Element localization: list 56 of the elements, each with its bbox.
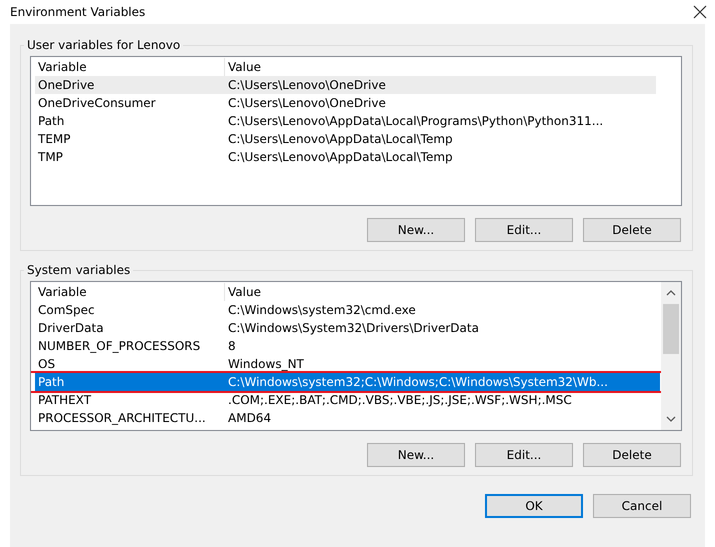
action-button[interactable]: Edit... (475, 443, 573, 467)
variable-name: OS (37, 357, 56, 371)
variable-row[interactable]: DriverData C:\Windows\System32\Drivers\DriverData (35, 319, 660, 337)
scrollbar[interactable] (661, 282, 681, 430)
variable-row[interactable]: NUMBER_OF_PROCESSORS 8 (35, 337, 660, 355)
variable-name: ComSpec (37, 303, 96, 317)
action-button[interactable]: Delete (583, 218, 681, 242)
scroll-up-icon[interactable] (666, 288, 676, 298)
action-button[interactable]: Delete (583, 443, 681, 467)
variable-value: AMD64 (227, 411, 272, 425)
variable-name: OneDrive (37, 78, 96, 92)
variable-value: Windows_NT (227, 357, 305, 371)
variable-row[interactable]: OneDrive C:\Users\Lenovo\OneDrive (35, 76, 656, 94)
column-header[interactable]: Value (225, 58, 656, 76)
variable-value: C:\Users\Lenovo\OneDrive (227, 78, 387, 92)
scrollbar-thumb[interactable] (663, 304, 679, 354)
variable-value: C:\Windows\system32\cmd.exe (227, 303, 417, 317)
variable-value: C:\Windows\System32\Drivers\DriverData (227, 321, 480, 335)
dialog-button[interactable]: Cancel (593, 494, 691, 518)
variable-value: C:\Users\Lenovo\AppData\Local\Temp (227, 150, 454, 164)
variable-value: C:\Users\Lenovo\OneDrive (227, 96, 387, 110)
group-title: User variables for Lenovo (26, 38, 182, 52)
variable-value: 8 (227, 339, 237, 353)
window-title: Environment Variables (10, 5, 146, 19)
variable-value: C:\Users\Lenovo\AppData\Local\Programs\Python\Python311... (227, 114, 604, 128)
scroll-down-icon[interactable] (666, 414, 676, 424)
variable-name: Path (37, 375, 66, 389)
group-title: System variables (26, 263, 132, 277)
action-button[interactable]: Edit... (475, 218, 573, 242)
variable-row[interactable]: PATHEXT .COM;.EXE;.BAT;.CMD;.VBS;.VBE;.JS;.JSE;.WSF;.WSH;.MSC (35, 391, 660, 409)
variable-row[interactable]: TMP C:\Users\Lenovo\AppData\Local\Temp (35, 148, 656, 166)
variable-row[interactable]: ComSpec C:\Windows\system32\cmd.exe (35, 301, 660, 319)
variable-row[interactable]: OS Windows_NT (35, 355, 660, 373)
variable-name: NUMBER_OF_PROCESSORS (37, 339, 202, 353)
variable-name: Path (37, 114, 66, 128)
variable-list[interactable] (30, 56, 682, 206)
close-icon[interactable] (693, 5, 707, 19)
column-header[interactable]: Variable (35, 283, 225, 301)
variable-row[interactable]: OneDriveConsumer C:\Users\Lenovo\OneDrive (35, 94, 656, 112)
variable-name: TMP (37, 150, 64, 164)
variable-row[interactable]: TEMP C:\Users\Lenovo\AppData\Local\Temp (35, 130, 656, 148)
variable-value: C:\Windows\system32;C:\Windows;C:\Windows\System32\Wb... (227, 375, 609, 389)
variable-row[interactable]: PROCESSOR_ARCHITECTU... AMD64 (35, 409, 660, 427)
variable-name: TEMP (37, 132, 72, 146)
variable-value: .COM;.EXE;.BAT;.CMD;.VBS;.VBE;.JS;.JSE;.WSF;.WSH;.MSC (227, 393, 573, 407)
dialog-button[interactable]: OK (485, 494, 583, 518)
variable-name: DriverData (37, 321, 105, 335)
column-header[interactable]: Value (225, 283, 660, 301)
action-button[interactable]: New... (367, 218, 465, 242)
action-button[interactable]: New... (367, 443, 465, 467)
variable-list[interactable] (30, 281, 682, 431)
variable-name: PATHEXT (37, 393, 92, 407)
variable-name: OneDriveConsumer (37, 96, 157, 110)
variable-row[interactable]: Path C:\Users\Lenovo\AppData\Local\Programs\Python\Python311... (35, 112, 656, 130)
variable-name: PROCESSOR_ARCHITECTU... (37, 411, 207, 425)
variable-value: C:\Users\Lenovo\AppData\Local\Temp (227, 132, 454, 146)
